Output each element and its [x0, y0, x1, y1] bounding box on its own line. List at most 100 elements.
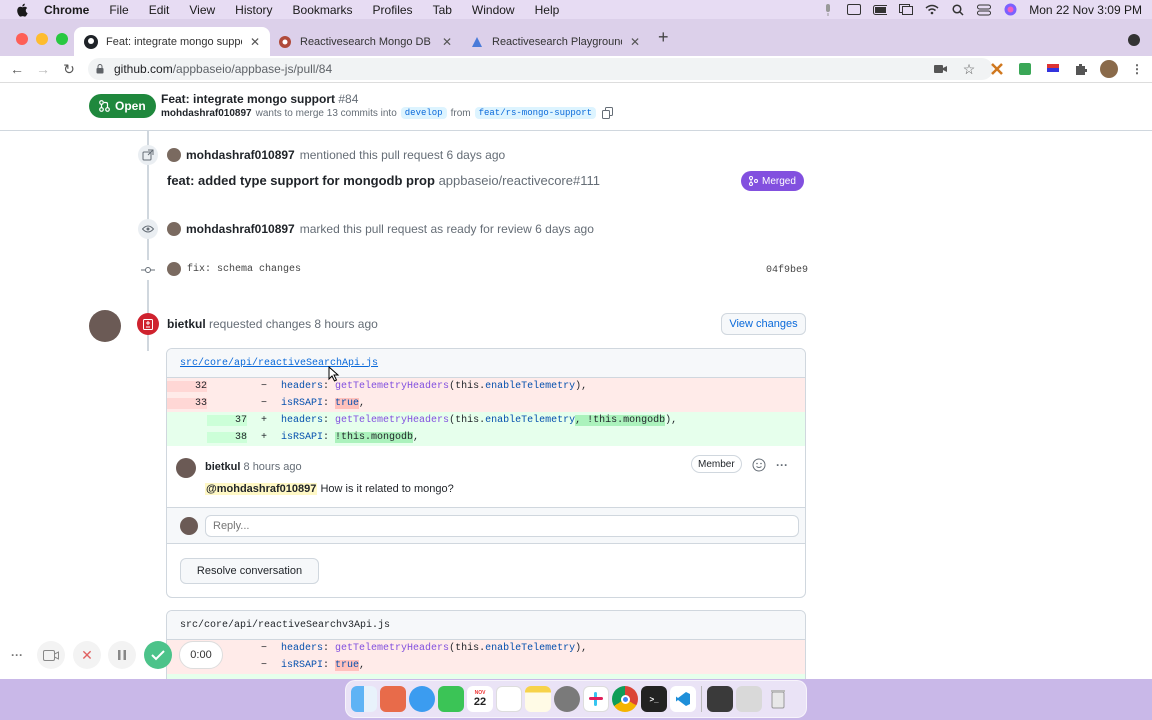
new-tab-button[interactable]: +	[658, 27, 669, 48]
resolve-conversation-button[interactable]: Resolve conversation	[180, 558, 319, 584]
microphone-icon[interactable]	[821, 3, 835, 16]
recorder-camera-icon[interactable]	[37, 641, 65, 669]
avatar[interactable]	[167, 222, 181, 236]
safari-icon[interactable]	[409, 686, 435, 712]
add-reaction-icon[interactable]	[751, 457, 767, 473]
referenced-pr-title[interactable]: feat: added type support for mongodb pro…	[167, 173, 435, 188]
reply-input[interactable]	[205, 515, 799, 537]
tab-pull-request[interactable]: Feat: integrate mongo support ✕	[74, 27, 270, 56]
bookmark-star-icon[interactable]: ☆	[960, 60, 978, 78]
search-icon[interactable]	[951, 3, 965, 16]
close-tab-icon[interactable]: ✕	[250, 35, 260, 49]
head-branch[interactable]: feat/rs-mongo-support	[474, 107, 597, 119]
menu-file[interactable]: File	[109, 3, 128, 17]
menubar-clock[interactable]: Mon 22 Nov 3:09 PM	[1029, 3, 1142, 17]
chrome-icon[interactable]	[612, 686, 638, 712]
view-changes-button[interactable]: View changes	[721, 313, 806, 335]
avatar[interactable]	[176, 458, 196, 478]
screenshot-icon[interactable]	[736, 686, 762, 712]
system-preferences-icon[interactable]	[554, 686, 580, 712]
menu-edit[interactable]: Edit	[149, 3, 170, 17]
pr-author[interactable]: mohdashraf010897	[161, 108, 252, 119]
terminal-icon[interactable]: >_	[641, 686, 667, 712]
comment-body: @mohdashraf010897 How is it related to m…	[205, 483, 454, 495]
comment-author[interactable]: bietkul	[205, 461, 240, 473]
event-user[interactable]: mohdashraf010897	[186, 222, 295, 236]
zoom-window-button[interactable]	[56, 33, 68, 45]
notes-icon[interactable]	[525, 686, 551, 712]
commit-message[interactable]: fix: schema changes	[187, 264, 301, 275]
copy-icon[interactable]	[602, 107, 614, 119]
siri-icon[interactable]	[1003, 3, 1017, 16]
battery-icon[interactable]	[873, 4, 888, 16]
calendar-icon[interactable]: NOV 22	[467, 686, 493, 712]
menu-app-name[interactable]: Chrome	[44, 3, 89, 17]
diff-sign: −	[260, 381, 267, 392]
launchpad-icon[interactable]	[380, 686, 406, 712]
menu-history[interactable]: History	[235, 3, 272, 17]
finder-icon[interactable]	[351, 686, 377, 712]
tab-mongo-db[interactable]: Reactivesearch Mongo DB Sup ✕	[268, 27, 462, 56]
menu-bookmarks[interactable]: Bookmarks	[293, 3, 353, 17]
tab-playground[interactable]: Reactivesearch Playground ✕	[460, 27, 650, 56]
close-window-button[interactable]	[16, 33, 28, 45]
extension-green-icon[interactable]	[1016, 60, 1034, 78]
menu-tab[interactable]: Tab	[433, 3, 452, 17]
back-icon[interactable]: ←	[8, 60, 26, 78]
close-tab-icon[interactable]: ✕	[442, 35, 452, 49]
minimize-window-button[interactable]	[36, 33, 48, 45]
control-center-icon[interactable]	[977, 4, 992, 16]
apple-icon[interactable]	[14, 3, 30, 17]
wifi-icon[interactable]	[925, 4, 939, 16]
recorder-cancel-icon[interactable]: ✕	[73, 641, 101, 669]
vscode-icon[interactable]	[670, 686, 696, 712]
referenced-pr[interactable]: feat: added type support for mongodb pro…	[167, 173, 600, 188]
recorder-more-icon[interactable]: ···	[5, 641, 29, 669]
menu-profiles[interactable]: Profiles	[373, 3, 413, 17]
chrome-menu-icon[interactable]: ⋮	[1128, 60, 1146, 78]
merge-icon	[749, 176, 758, 186]
recorder-done-icon[interactable]	[144, 641, 172, 669]
menu-help[interactable]: Help	[535, 3, 560, 17]
display-icon[interactable]	[899, 4, 914, 16]
menu-window[interactable]: Window	[472, 3, 515, 17]
pr-sticky-header: Open Feat: integrate mongo support #84 m…	[0, 83, 1152, 131]
tab-search-icon[interactable]	[1128, 34, 1140, 46]
facetime-icon[interactable]	[438, 686, 464, 712]
diff-file-link[interactable]: src/core/api/reactiveSearchApi.js	[180, 358, 378, 369]
commit-sha[interactable]: 04f9be9	[766, 265, 808, 276]
slack-icon[interactable]	[583, 686, 609, 712]
camera-off-icon[interactable]	[932, 60, 950, 78]
old-line-number[interactable]: 32	[167, 381, 207, 392]
profile-avatar[interactable]	[1100, 60, 1118, 78]
diff-file-link[interactable]: src/core/api/reactiveSearchv3Api.js	[180, 620, 390, 631]
referenced-pr-repo[interactable]: appbaseio/reactivecore#111	[439, 173, 600, 188]
avatar[interactable]	[167, 262, 181, 276]
reviewer-name[interactable]: bietkul	[167, 317, 206, 331]
preview-icon[interactable]	[707, 686, 733, 712]
reload-icon[interactable]: ↻	[60, 60, 78, 78]
menu-view[interactable]: View	[189, 3, 215, 17]
forward-icon[interactable]: →	[34, 60, 52, 78]
new-line-number[interactable]: 37	[207, 415, 247, 426]
recorder-pause-icon[interactable]	[108, 641, 136, 669]
comment-options-icon[interactable]: ···	[774, 457, 790, 473]
extension-flag-icon[interactable]	[1044, 60, 1062, 78]
avatar[interactable]	[167, 148, 181, 162]
screen-record-icon[interactable]	[847, 4, 862, 16]
trash-icon[interactable]	[765, 686, 791, 712]
reviewer-avatar[interactable]	[89, 310, 121, 342]
extension-tools-icon[interactable]	[988, 60, 1006, 78]
user-mention[interactable]: @mohdashraf010897	[205, 483, 318, 495]
diff-line	[167, 674, 805, 679]
close-tab-icon[interactable]: ✕	[630, 35, 640, 49]
reminders-icon[interactable]	[496, 686, 522, 712]
extensions-puzzle-icon[interactable]	[1072, 60, 1090, 78]
new-line-number[interactable]: 38	[207, 432, 247, 443]
event-user[interactable]: mohdashraf010897	[186, 148, 295, 162]
reply-row	[167, 508, 805, 544]
base-branch[interactable]: develop	[400, 107, 447, 119]
old-line-number[interactable]: 33	[167, 398, 207, 409]
url-field[interactable]: github.com/appbaseio/appbase-js/pull/84	[88, 58, 993, 80]
comment-time[interactable]: 8 hours ago	[244, 461, 302, 473]
